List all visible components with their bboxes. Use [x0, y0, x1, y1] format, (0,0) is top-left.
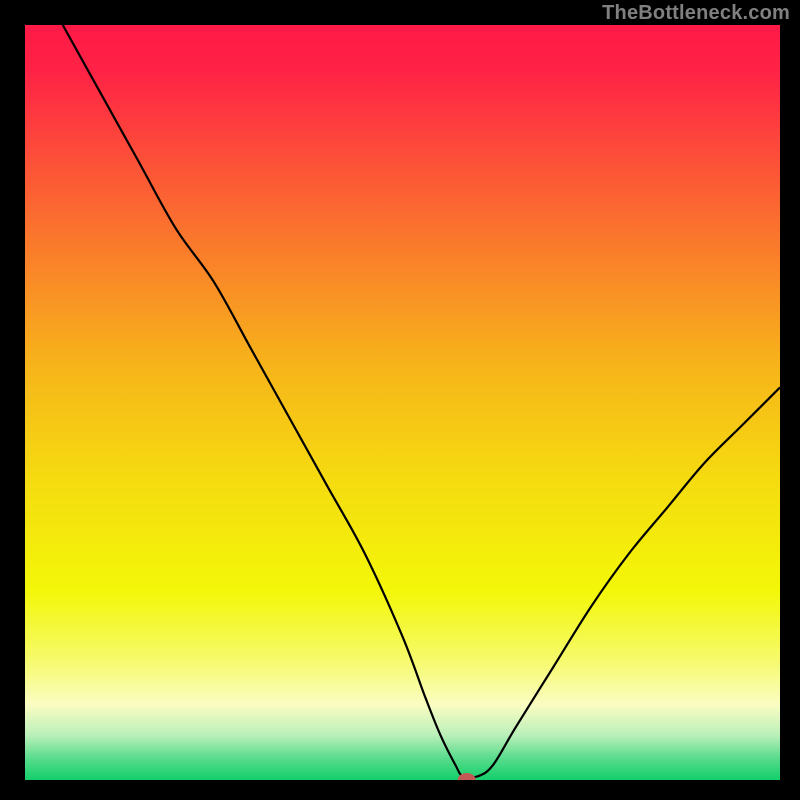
frame-bottom — [0, 780, 800, 800]
watermark-text: TheBottleneck.com — [602, 2, 790, 25]
frame-left — [0, 0, 25, 800]
plot-background — [25, 25, 780, 780]
frame-right — [780, 0, 800, 800]
chart-container: TheBottleneck.com — [0, 0, 800, 800]
bottleneck-chart — [0, 0, 800, 800]
